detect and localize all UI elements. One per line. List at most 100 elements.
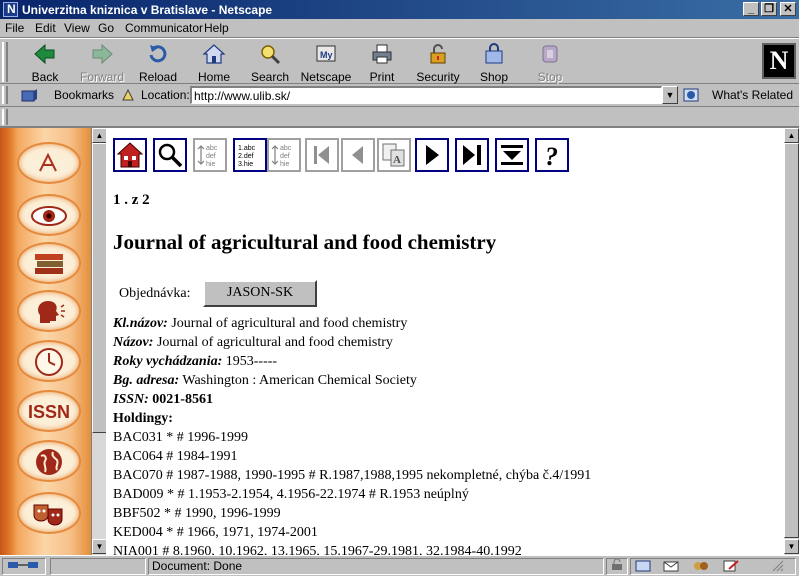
location-grip[interactable] (2, 86, 8, 104)
navigator-component-icon[interactable] (635, 560, 651, 574)
composer-component-icon[interactable] (723, 560, 739, 574)
security-status-icon[interactable] (606, 558, 628, 575)
minimize-button[interactable]: _ (743, 2, 759, 16)
menu-edit[interactable]: Edit (35, 21, 56, 35)
url-input[interactable] (190, 86, 662, 104)
speaking-head-icon[interactable] (17, 290, 81, 332)
help-icon[interactable]: ? (535, 138, 569, 172)
field-value: 1953----- (225, 354, 278, 369)
theater-masks-icon[interactable] (17, 492, 81, 534)
security-lock-icon (426, 43, 450, 65)
back-label: Back (31, 70, 59, 84)
field-label: Bg. adresa: (113, 373, 180, 388)
location-page-icon[interactable] (121, 88, 135, 102)
holding-row: BAD009 * # 1.1953-2.1954, 4.1956-22.1974… (113, 487, 469, 502)
home-catalog-icon[interactable] (113, 138, 147, 172)
print-icon (370, 43, 394, 65)
close-button[interactable]: ✕ (780, 2, 796, 16)
netscape-label: Netscape (300, 70, 352, 84)
record-position: 1 . z 2 (113, 192, 150, 208)
sidebar-scroll-up-button[interactable]: ▲ (92, 128, 107, 143)
menu-help[interactable]: Help (204, 21, 229, 35)
netscape-button[interactable]: My Netscape (298, 41, 354, 84)
previous-record-icon[interactable] (341, 138, 375, 172)
field-label: Kl.názov: (113, 316, 168, 331)
security-button[interactable]: Security (410, 41, 466, 84)
resize-grip-icon[interactable] (771, 560, 785, 574)
netscape-app-icon[interactable] (3, 2, 18, 17)
holding-row: BAC064 # 1984-1991 (113, 449, 238, 464)
forward-label: Forward (79, 70, 124, 84)
bookmarks-icon[interactable] (20, 87, 38, 103)
whats-related-icon[interactable] (683, 87, 703, 103)
field-label: Roky vychádzania: (113, 354, 223, 369)
content-scroll-thumb[interactable] (784, 143, 799, 538)
last-record-icon[interactable] (455, 138, 489, 172)
whats-related-button[interactable]: What's Related (712, 88, 793, 102)
mail-component-icon[interactable] (663, 560, 679, 574)
field-value: Journal of agricultural and food chemist… (156, 335, 393, 350)
compare-icon[interactable]: A (377, 138, 411, 172)
content-scroll-down-button[interactable]: ▼ (784, 539, 799, 554)
menu-go[interactable]: Go (98, 21, 114, 35)
shop-button[interactable]: Shop (466, 41, 522, 84)
stop-label: Stop (537, 70, 563, 84)
forward-button[interactable]: Forward (74, 41, 130, 84)
eye-icon[interactable] (17, 194, 81, 236)
svg-text:My: My (320, 50, 333, 60)
status-bar: Document: Done (0, 555, 799, 576)
url-dropdown-button[interactable]: ▼ (662, 86, 678, 104)
short-list-icon[interactable]: abc def hie (193, 138, 227, 172)
bookmarks-button[interactable]: Bookmarks (54, 88, 114, 102)
shop-bag-icon (482, 43, 506, 65)
netscape-logo[interactable]: N (762, 43, 796, 79)
location-toolbar: Bookmarks Location: ▼ What's Related (0, 84, 799, 107)
first-record-icon[interactable] (305, 138, 339, 172)
forward-arrow-icon (90, 43, 114, 65)
home-button[interactable]: Home (186, 41, 242, 84)
translation-icon[interactable] (17, 142, 81, 184)
holding-row: BBF502 * # 1990, 1996-1999 (113, 506, 281, 521)
connection-status-icon[interactable] (2, 558, 46, 575)
newsgroups-component-icon[interactable] (693, 560, 709, 574)
search-button[interactable]: Search (242, 41, 298, 84)
menu-communicator[interactable]: Communicator (125, 21, 203, 35)
back-button[interactable]: Back (17, 41, 73, 84)
sidebar-scroll-down-button[interactable]: ▼ (92, 539, 107, 554)
list-glyph-line-1: abc (206, 145, 218, 152)
stop-button[interactable]: Stop (522, 41, 578, 84)
content-scroll-up-button[interactable]: ▲ (784, 128, 799, 143)
globe-icon[interactable] (17, 440, 81, 482)
clock-icon[interactable] (17, 340, 81, 382)
security-label: Security (416, 70, 460, 84)
personal-toolbar-grip[interactable] (2, 109, 8, 125)
jason-sk-order-button[interactable]: JASON-SK (203, 280, 317, 307)
field-value: 0021-8561 (152, 392, 213, 407)
books-icon[interactable] (17, 242, 81, 284)
sidebar-scroll-thumb[interactable] (92, 143, 107, 433)
menu-view[interactable]: View (64, 21, 90, 35)
reload-button[interactable]: Reload (130, 41, 186, 84)
maximize-button[interactable]: ❐ (761, 2, 777, 16)
home-label: Home (197, 70, 230, 84)
print-button[interactable]: Print (354, 41, 410, 84)
menu-file[interactable]: File (5, 21, 24, 35)
window-title-bar[interactable]: Univerzitna kniznica v Bratislave - Nets… (0, 0, 799, 19)
magnifier-icon[interactable] (153, 138, 187, 172)
content-scrollbar[interactable]: ▲ ▼ (784, 128, 799, 555)
download-icon[interactable] (495, 138, 529, 172)
sidebar-scrollbar[interactable]: ▲ ▼ (91, 128, 107, 555)
netscape-icon: My (314, 43, 338, 65)
next-record-icon[interactable] (415, 138, 449, 172)
issn-icon[interactable]: ISSN (17, 390, 81, 432)
toolbar-grip[interactable] (2, 42, 8, 82)
svg-text:A: A (393, 154, 401, 166)
list-glyph-line-2: def (206, 153, 216, 160)
numbered-list-icon[interactable]: 1.abc 2.def 3.hie (233, 138, 267, 172)
help-glyph: ? (545, 142, 558, 170)
field-value: Journal of agricultural and food chemist… (171, 316, 408, 331)
reload-label: Reload (138, 70, 178, 84)
holding-row: KED004 * # 1966, 1971, 1974-2001 (113, 525, 318, 540)
list-glyph-line-3: hie (206, 161, 215, 168)
full-record-icon[interactable]: abc def hie (267, 138, 301, 172)
